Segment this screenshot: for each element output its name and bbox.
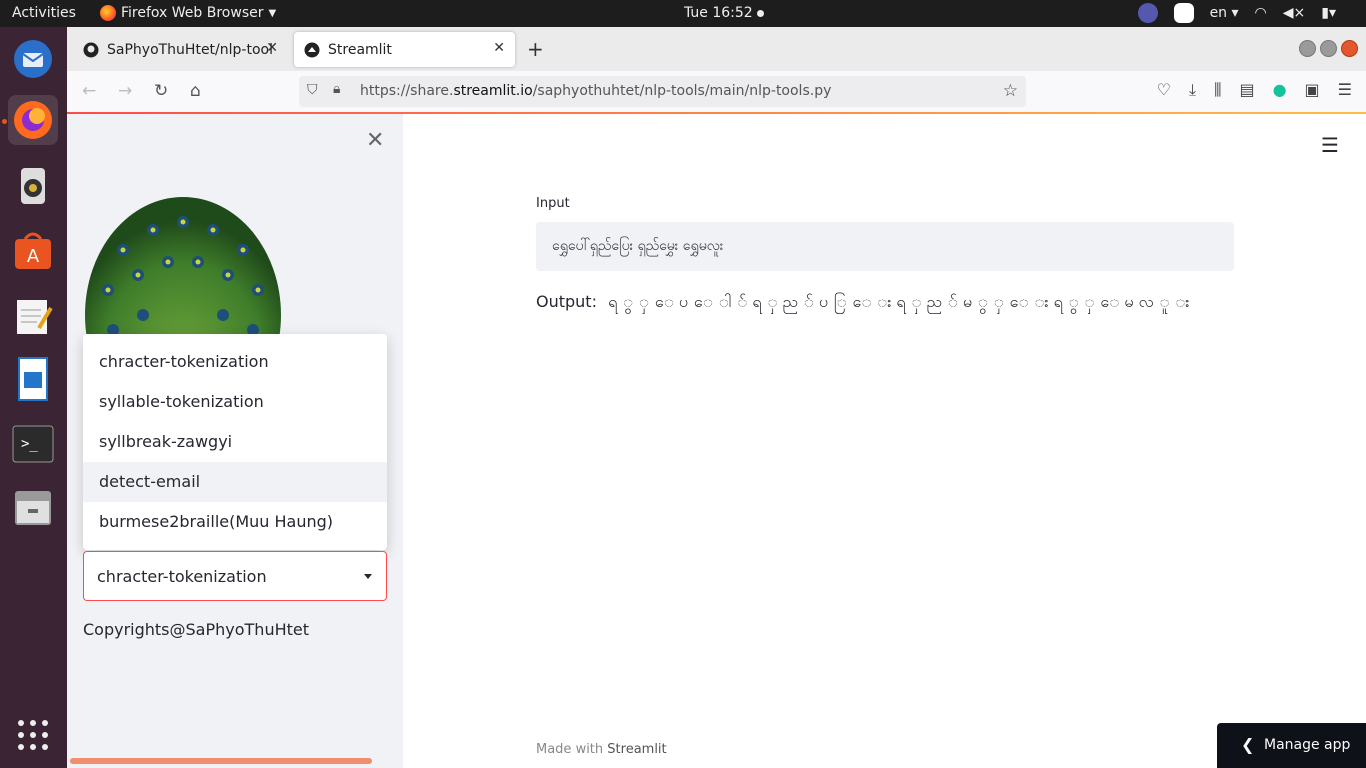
output-label: Output: [536,292,597,311]
close-tab-icon[interactable]: ✕ [266,40,278,56]
browser-tab-bar: SaPhyoThuHtet/nlp-tools ✕ Streamlit ✕ + [67,27,1366,71]
streamlit-link[interactable]: Streamlit [607,742,666,757]
tab-github[interactable]: SaPhyoThuHtet/nlp-tools ✕ [73,32,288,67]
library-icon[interactable]: ⫼ [1214,80,1221,100]
teams-icon[interactable] [1137,3,1158,23]
app-menu[interactable]: Firefox Web Browser ▼ [100,5,276,21]
speaker-icon[interactable] [8,161,58,211]
menu-icon[interactable]: ☰ [1338,80,1352,100]
dropdown-option[interactable]: syllbreak-zawgyi [83,422,387,462]
close-tab-icon[interactable]: ✕ [493,40,505,56]
footer-prefix: Made with [536,742,608,757]
input-label: Input [536,196,570,211]
language-indicator[interactable]: en ▾ [1210,5,1239,21]
output-value: ရ ွ ှ ေ ပ ေ ါ ် ရ ှ ည ် ပ ြ ေ း ရ ှ ည ် … [608,292,1190,311]
copyright-text: Copyrights@SaPhyoThuHtet [83,620,309,639]
maximize-icon[interactable] [1320,40,1337,57]
text-editor-icon[interactable] [8,291,58,341]
dropdown-option[interactable]: burmese2braille(Muu Haung) [83,502,387,542]
svg-text:>_: >_ [21,436,38,452]
files-icon[interactable] [8,482,58,532]
app-main: ☰ Input Output: ရ ွ ှ ေ ပ ေ ါ ် ရ ှ ည ် … [403,114,1366,768]
text-input[interactable] [536,222,1234,271]
download-icon[interactable]: ⤓ [1189,80,1196,100]
dock: A >_ [0,27,67,768]
selected-value: chracter-tokenization [97,567,267,586]
battery-icon[interactable]: ▮▾ [1321,5,1336,21]
forward-icon[interactable]: → [118,81,132,101]
back-icon[interactable]: ← [82,81,96,101]
volume-icon[interactable]: ◀× [1283,5,1306,21]
output-line: Output: ရ ွ ှ ေ ပ ေ ါ ် ရ ှ ည ် ပ ြ ေ း … [536,291,1189,315]
sidebar-scrollbar[interactable] [70,758,372,764]
window-controls [1299,40,1358,57]
thunderbird-icon[interactable] [8,34,58,84]
system-tray: en ▾ ◠ ◀× ▮▾ [1137,3,1336,23]
dropdown-option[interactable]: detect-email [83,462,387,502]
browser-nav-bar: ← → ↻ ⌂ ⛉ 🔒︎ https://share.streamlit.io/… [67,71,1366,112]
url-domain: streamlit.io [453,83,533,99]
url-bar[interactable]: ⛉ 🔒︎ https://share.streamlit.io/saphyoth… [299,76,1026,107]
pocket-icon[interactable]: ♡ [1157,80,1171,100]
tab-streamlit[interactable]: Streamlit ✕ [294,32,515,67]
new-tab-icon[interactable]: + [527,37,544,61]
caret-down-icon [364,574,372,579]
chevron-left-icon: ❮ [1241,735,1255,754]
shield-icon[interactable]: ⛉ [307,82,318,98]
clock-label: Tue 16:52 [684,5,753,21]
lock-icon[interactable]: 🔒︎ [333,81,340,97]
github-icon [83,42,99,57]
manage-app-label: Manage app [1264,737,1351,753]
svg-text:A: A [27,246,40,267]
chevron-down-icon: ▼ [268,7,277,19]
writer-icon[interactable] [8,354,58,404]
active-app-indicator [2,119,7,124]
firefox-icon [100,5,116,21]
app-grid-icon[interactable] [8,710,58,760]
home-icon[interactable]: ⌂ [190,81,201,101]
window-close-icon[interactable] [1341,40,1358,57]
reload-icon[interactable]: ↻ [154,81,168,101]
terminal-icon[interactable]: >_ [8,419,58,469]
minimize-icon[interactable] [1299,40,1316,57]
footer: Made with Streamlit [536,742,667,757]
activities-button[interactable]: Activities [12,5,76,21]
hamburger-menu-icon[interactable]: ☰ [1321,133,1339,157]
close-sidebar-icon[interactable]: ✕ [366,128,384,153]
bookmark-star-icon[interactable]: ☆ [1003,81,1018,101]
manage-app-button[interactable]: ❮ Manage app [1217,723,1366,768]
grammarly-icon[interactable]: ● [1273,80,1287,100]
notification-dot-icon [756,9,764,17]
url-text: https://share.streamlit.io/saphyothuhtet… [360,83,831,99]
system-top-bar: Activities Firefox Web Browser ▼ Tue 16:… [0,0,1366,27]
skype-icon[interactable] [1173,3,1194,23]
options-dropdown: chracter-tokenization syllable-tokenizat… [83,334,387,550]
toolbar-icons: ♡ ⤓ ⫼ ▤ ● ▣ ☰ [1157,80,1352,100]
sidebar-toggle-icon[interactable]: ▤ [1239,80,1254,100]
wifi-icon[interactable]: ◠ [1255,5,1267,21]
language-label: en [1209,5,1228,21]
notion-icon[interactable]: ▣ [1305,80,1320,100]
dropdown-option[interactable]: chracter-tokenization [83,342,387,382]
firefox-dock-icon[interactable] [8,95,58,145]
dropdown-option[interactable]: syllable-tokenization [83,382,387,422]
clock[interactable]: Tue 16:52 [684,5,764,21]
app-menu-label: Firefox Web Browser [121,5,264,21]
software-center-icon[interactable]: A [8,226,58,276]
tab-title: Streamlit [328,41,392,58]
url-path: /saphyothuhtet/nlp-tools/main/nlp-tools.… [532,83,832,99]
tab-title: SaPhyoThuHtet/nlp-tools [107,41,272,58]
tool-selectbox[interactable]: chracter-tokenization [83,551,387,601]
url-prefix: https://share. [360,83,454,99]
streamlit-favicon-icon [304,42,320,57]
